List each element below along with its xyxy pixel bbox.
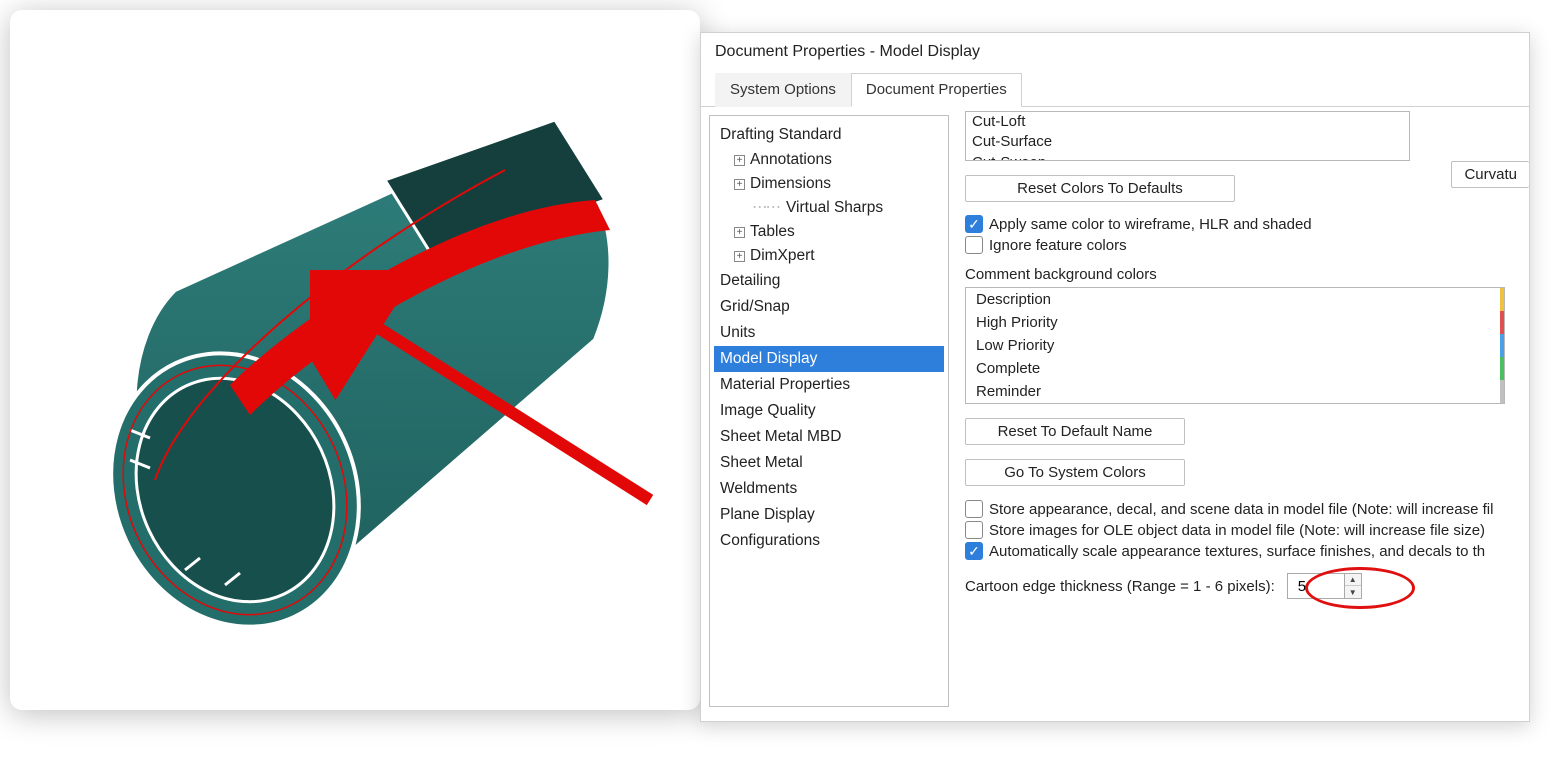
checkbox-store-ole[interactable] (965, 521, 983, 539)
dialog-title: Document Properties - Model Display (701, 33, 1529, 73)
tree-units[interactable]: Units (714, 320, 944, 346)
checkbox-ignore-feature-colors[interactable] (965, 236, 983, 254)
list-item[interactable]: High Priority (966, 311, 1504, 334)
model-illustration (35, 80, 675, 640)
tree-sheet-metal[interactable]: Sheet Metal (714, 450, 944, 476)
label-store-appearance: Store appearance, decal, and scene data … (989, 501, 1493, 518)
curvature-button[interactable]: Curvatu (1451, 161, 1529, 188)
tab-document-properties[interactable]: Document Properties (851, 73, 1022, 107)
go-to-system-colors-button[interactable]: Go To System Colors (965, 459, 1185, 486)
tree-dimensions[interactable]: +Dimensions (714, 172, 944, 196)
feature-color-list[interactable]: Cut-Loft Cut-Surface Cut-Sweep (965, 111, 1410, 161)
checkbox-auto-scale[interactable]: ✓ (965, 542, 983, 560)
spinner-down-icon[interactable]: ▼ (1345, 586, 1361, 598)
spinner-up-icon[interactable]: ▲ (1345, 574, 1361, 586)
label-same-color: Apply same color to wireframe, HLR and s… (989, 216, 1312, 233)
cartoon-edge-input[interactable] (1288, 574, 1344, 598)
document-properties-dialog: Document Properties - Model Display Syst… (700, 32, 1530, 722)
list-item[interactable]: Complete (966, 357, 1504, 380)
tree-annotations[interactable]: +Annotations (714, 148, 944, 172)
list-item[interactable]: Description (966, 288, 1504, 311)
expand-icon[interactable]: + (734, 251, 745, 262)
group-comment-bg: Comment background colors (965, 266, 1529, 283)
reset-default-name-button[interactable]: Reset To Default Name (965, 418, 1185, 445)
cartoon-edge-label: Cartoon edge thickness (Range = 1 - 6 pi… (965, 578, 1275, 595)
checkbox-same-color[interactable]: ✓ (965, 215, 983, 233)
list-item[interactable]: Cut-Loft (972, 112, 1403, 132)
label-ignore-feature-colors: Ignore feature colors (989, 237, 1127, 254)
comment-color-list[interactable]: Description High Priority Low Priority C… (965, 287, 1505, 404)
tree-detailing[interactable]: Detailing (714, 268, 944, 294)
tree-material-properties[interactable]: Material Properties (714, 372, 944, 398)
tree-tables[interactable]: +Tables (714, 220, 944, 244)
tree-grid-snap[interactable]: Grid/Snap (714, 294, 944, 320)
expand-icon[interactable]: + (734, 179, 745, 190)
expand-icon[interactable]: + (734, 155, 745, 166)
tree-plane-display[interactable]: Plane Display (714, 502, 944, 528)
list-item[interactable]: Cut-Surface (972, 132, 1403, 152)
checkbox-store-appearance[interactable] (965, 500, 983, 518)
tree-image-quality[interactable]: Image Quality (714, 398, 944, 424)
expand-icon[interactable]: + (734, 227, 745, 238)
tree-dimxpert[interactable]: +DimXpert (714, 244, 944, 268)
tree-model-display[interactable]: Model Display (714, 346, 944, 372)
dialog-tabs: System Options Document Properties (701, 73, 1529, 107)
settings-panel: Cut-Loft Cut-Surface Cut-Sweep Curvatu R… (957, 107, 1529, 715)
tree-sheet-metal-mbd[interactable]: Sheet Metal MBD (714, 424, 944, 450)
list-item[interactable]: Low Priority (966, 334, 1504, 357)
tree-configurations[interactable]: Configurations (714, 528, 944, 554)
model-viewport (10, 10, 700, 710)
reset-colors-button[interactable]: Reset Colors To Defaults (965, 175, 1235, 202)
tab-system-options[interactable]: System Options (715, 73, 851, 107)
category-tree[interactable]: Drafting Standard +Annotations +Dimensio… (709, 115, 949, 707)
tree-drafting-standard[interactable]: Drafting Standard (714, 122, 944, 148)
list-item[interactable]: Reminder (966, 380, 1504, 403)
list-item[interactable]: Cut-Sweep (972, 153, 1403, 162)
cartoon-edge-spinner[interactable]: ▲ ▼ (1287, 573, 1362, 599)
tree-virtual-sharps[interactable]: Virtual Sharps (714, 196, 944, 220)
tree-weldments[interactable]: Weldments (714, 476, 944, 502)
label-store-ole: Store images for OLE object data in mode… (989, 522, 1485, 539)
label-auto-scale: Automatically scale appearance textures,… (989, 543, 1485, 560)
